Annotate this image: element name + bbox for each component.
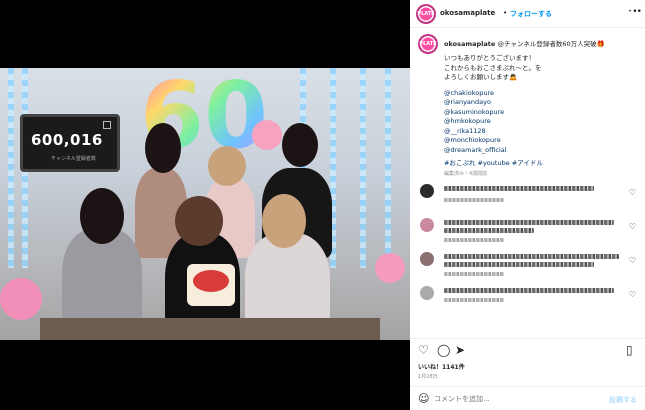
caption-avatar[interactable]: PLATE xyxy=(418,34,438,54)
curtain-decoration xyxy=(385,68,391,268)
person-head xyxy=(282,123,318,167)
post-date[interactable]: 1月28日 xyxy=(418,373,438,380)
obscured-comment-text xyxy=(444,254,619,259)
subscriber-count: 600,016 xyxy=(31,131,103,149)
caption-body: いつもありがとうございます！ これからもおこさまぷれ〜と。を よろしくお願いしま… xyxy=(444,54,634,179)
person-head xyxy=(208,146,246,186)
comment-like-icon[interactable]: ♡ xyxy=(629,188,636,197)
commenter-avatar[interactable] xyxy=(420,252,434,266)
comment-like-icon[interactable]: ♡ xyxy=(629,290,636,299)
mention-link[interactable]: @kasuminokopure xyxy=(444,108,634,118)
pink-balloon xyxy=(252,120,282,150)
post-photo[interactable]: 60 600,016 チャンネル登録者数 xyxy=(0,68,410,340)
mention-link[interactable]: @hmkokopure xyxy=(444,117,634,127)
mention-link[interactable]: @rianyandayo xyxy=(444,98,634,108)
comments-list: ♡ ♡ ♡ ♡ xyxy=(418,180,640,316)
comment-item: ♡ xyxy=(418,214,640,248)
counter-settings-icon xyxy=(103,121,111,129)
pink-balloon xyxy=(0,278,42,320)
obscured-comment-meta xyxy=(444,198,504,202)
comment-item: ♡ xyxy=(418,248,640,282)
close-icon[interactable]: ✕ xyxy=(627,4,637,18)
comment-like-icon[interactable]: ♡ xyxy=(629,222,636,231)
person-head xyxy=(262,194,306,248)
post-header: PLATE okosamaplate • フォローする ••• xyxy=(410,0,645,28)
likes-count[interactable]: いいね！1141件 xyxy=(418,362,465,371)
commenter-avatar[interactable] xyxy=(420,286,434,300)
commenter-avatar[interactable] xyxy=(420,218,434,232)
comment-item: ♡ xyxy=(418,180,640,214)
obscured-comment-meta xyxy=(444,272,504,276)
caption-line: これからもおこさまぷれ〜と。を xyxy=(444,63,542,72)
comment-icon[interactable]: ◯ xyxy=(437,343,450,357)
curtain-decoration xyxy=(360,68,366,268)
table xyxy=(40,318,380,340)
post-comment-button[interactable]: 投稿する xyxy=(609,395,637,405)
caption-line: いつもありがとうございます！ xyxy=(444,54,535,62)
emoji-icon[interactable]: ☺ xyxy=(418,392,429,405)
obscured-comment-meta xyxy=(444,238,504,242)
comment-box: ☺ 投稿する xyxy=(410,386,645,410)
avatar-logo-text: PLATE xyxy=(417,11,435,17)
cake-strawberries xyxy=(193,270,229,292)
avatar-logo-text: PLATE xyxy=(419,41,437,47)
subscriber-counter: 600,016 チャンネル登録者数 xyxy=(20,114,120,172)
caption-line: よろしくお願いします🙇 xyxy=(444,73,518,81)
comment-like-icon[interactable]: ♡ xyxy=(629,256,636,265)
obscured-comment-meta xyxy=(444,298,504,302)
instagram-post-modal: 60 600,016 チャンネル登録者数 PLATE okosamaplate … xyxy=(0,0,645,410)
caption-meta: 編集済み・4週間前 xyxy=(444,170,488,177)
post-details-pane: PLATE okosamaplate • フォローする ••• PLATE ok… xyxy=(410,0,645,410)
comment-item: ♡ xyxy=(418,282,640,316)
subscriber-label: チャンネル登録者数 xyxy=(51,156,96,162)
caption-username-line: okosamaplate @チャンネル登録者数60万人突破🎁 xyxy=(444,38,605,48)
person-head xyxy=(80,188,124,244)
mention-link[interactable]: @__rika1128 xyxy=(444,127,634,137)
mention-link[interactable]: @chakiokopure xyxy=(444,89,634,99)
account-avatar[interactable]: PLATE xyxy=(416,4,436,24)
comment-input[interactable] xyxy=(434,395,604,403)
person-head xyxy=(145,123,181,173)
mention-link[interactable]: @monchiokopure xyxy=(444,136,634,146)
obscured-comment-text xyxy=(444,262,594,267)
pink-balloon xyxy=(375,253,405,283)
caption-username[interactable]: okosamaplate xyxy=(444,40,495,48)
save-icon[interactable]: ▯ xyxy=(626,343,633,357)
obscured-comment-text xyxy=(444,186,594,191)
share-icon[interactable]: ➤ xyxy=(455,343,465,357)
mention-link[interactable]: @dreamark_official xyxy=(444,146,634,156)
obscured-comment-text xyxy=(444,228,534,233)
caption-title: @チャンネル登録者数60万人突破🎁 xyxy=(497,40,605,48)
obscured-comment-text xyxy=(444,288,614,293)
curtain-decoration xyxy=(8,68,14,268)
hashtags[interactable]: #おこぷれ #youtube #アイドル xyxy=(444,159,634,169)
post-actions-bar: ♡ ◯ ➤ ▯ xyxy=(410,338,645,360)
birthday-cake xyxy=(187,264,235,306)
follow-button[interactable]: フォローする xyxy=(510,9,552,19)
like-icon[interactable]: ♡ xyxy=(418,343,429,357)
separator-dot: • xyxy=(503,9,508,17)
account-username[interactable]: okosamaplate xyxy=(440,9,495,17)
commenter-avatar[interactable] xyxy=(420,184,434,198)
obscured-comment-text xyxy=(444,220,614,225)
person-head xyxy=(175,196,223,246)
post-media-pane: 60 600,016 チャンネル登録者数 xyxy=(0,0,410,410)
